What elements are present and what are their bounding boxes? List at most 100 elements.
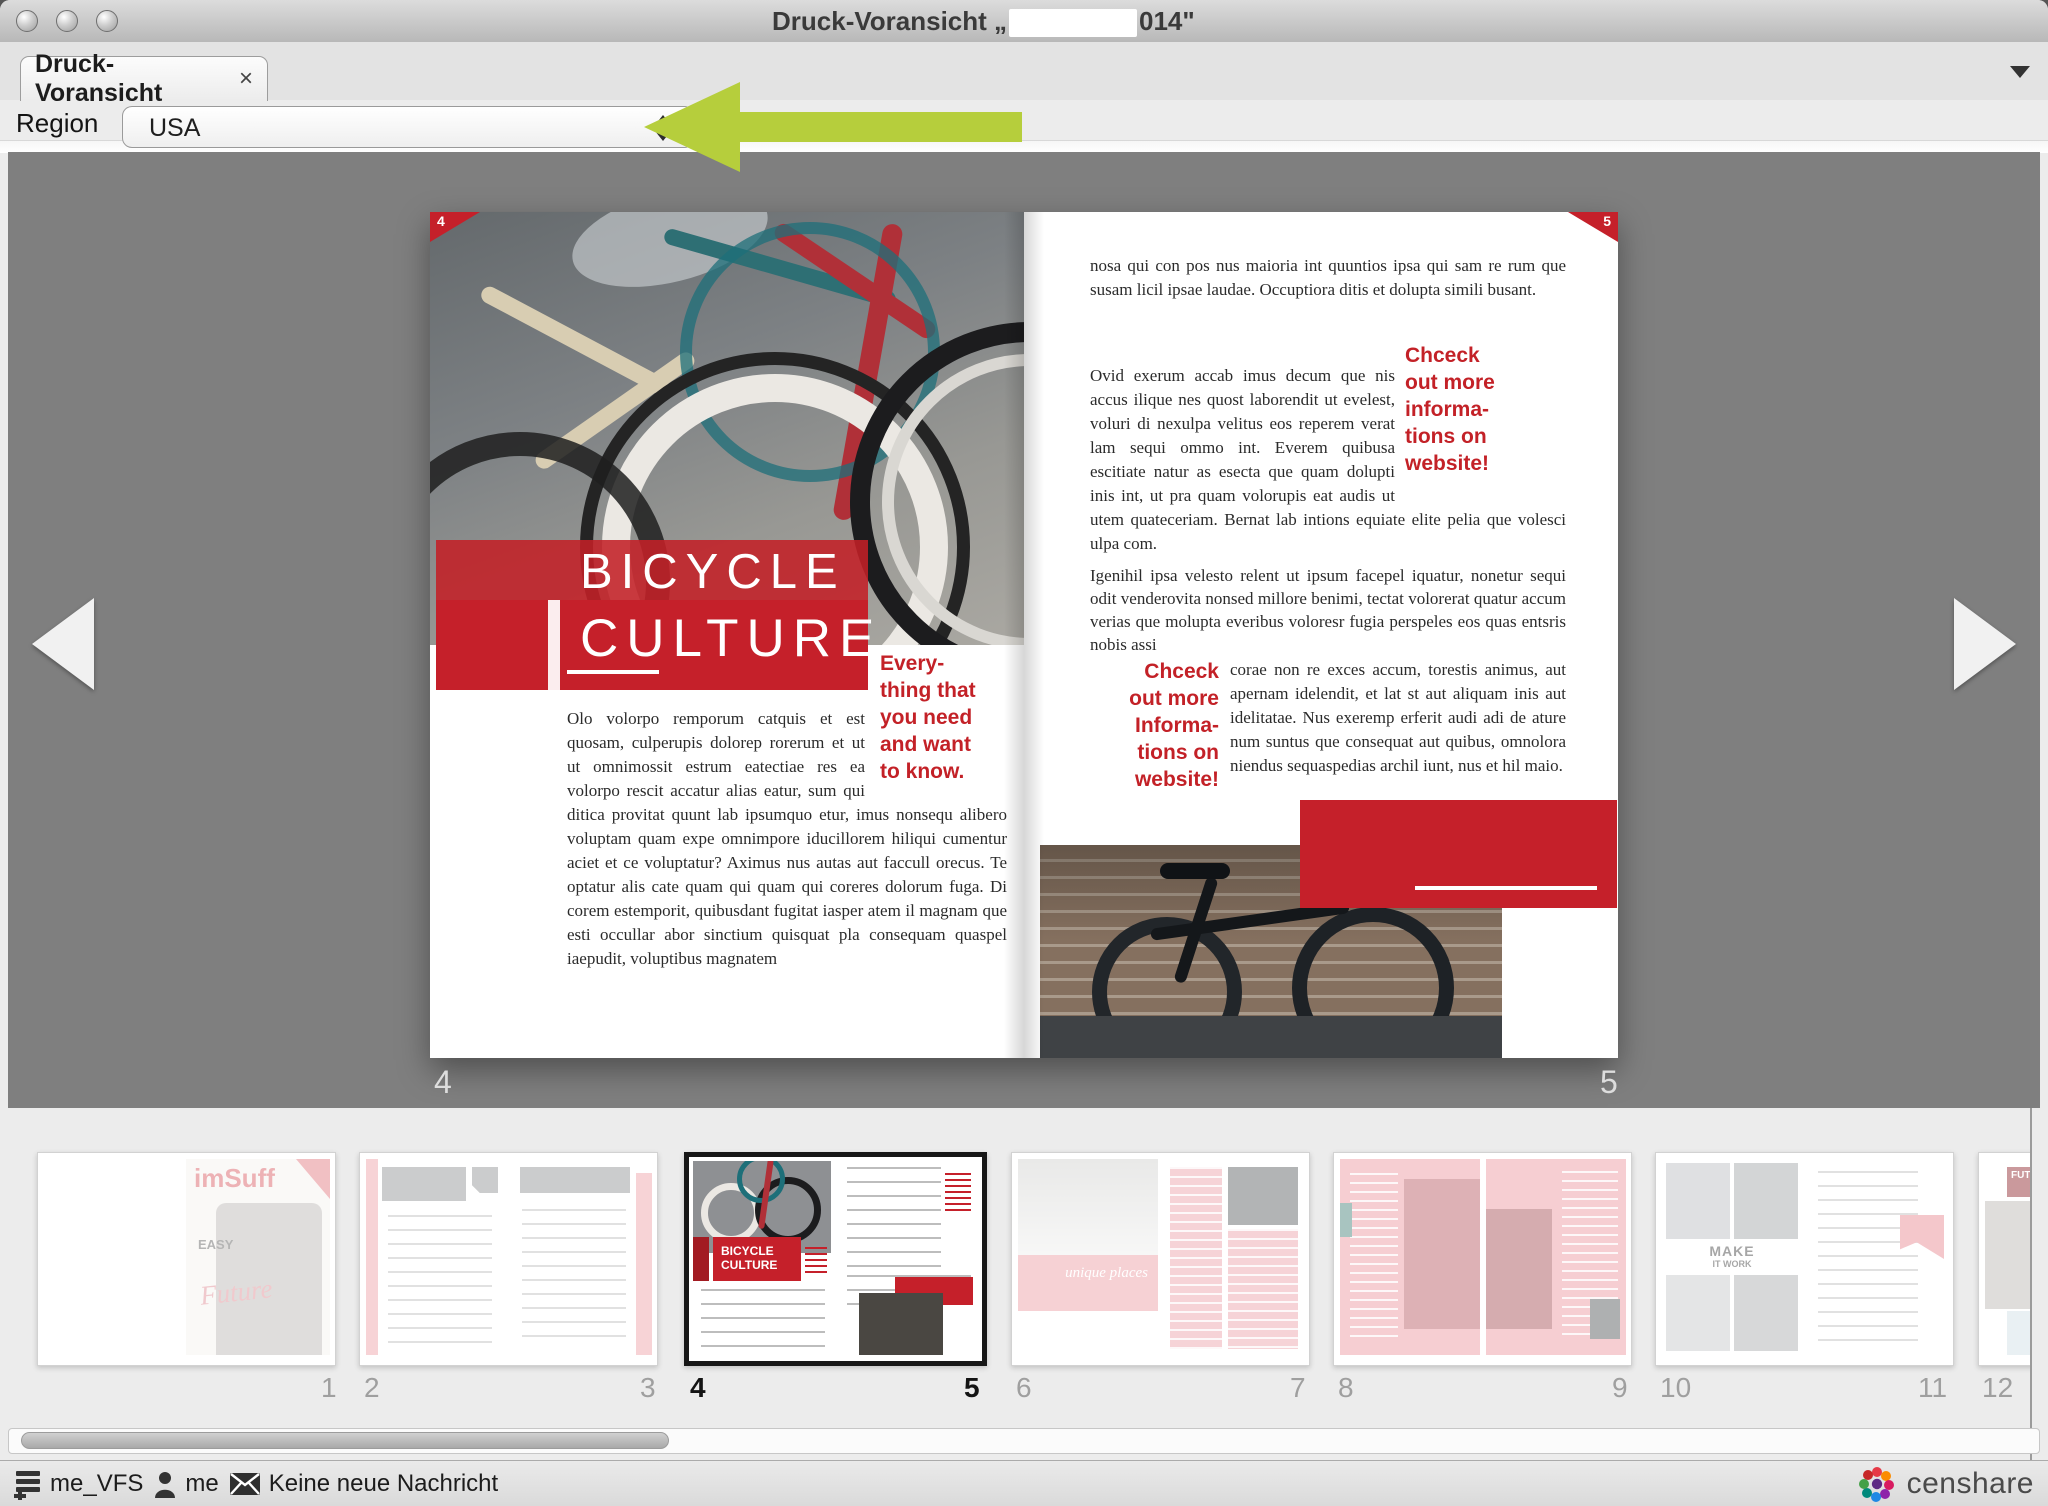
strip-right-edge [2030, 1108, 2032, 1460]
headline-bicycle: BICYCLE [580, 544, 846, 600]
window-title-suffix: 014" [1139, 6, 1195, 36]
left-corner-number: 4 [437, 213, 445, 229]
region-dropdown[interactable]: USA [122, 106, 694, 148]
minimize-window-icon[interactable] [56, 10, 78, 32]
tab-strip: Druck-Voransicht × [0, 42, 2048, 101]
make-caption-1: MAKE [1662, 1243, 1802, 1259]
places-right-page [1164, 1159, 1304, 1355]
redacted-title-box [1009, 9, 1137, 37]
mini-headline-1: BICYCLE [721, 1244, 801, 1258]
red-left-page [1340, 1159, 1480, 1355]
close-window-icon[interactable] [16, 10, 38, 32]
thumbnail-pages-2-3[interactable] [359, 1152, 658, 1366]
thumb-number-3: 3 [640, 1372, 656, 1404]
title-bar: Druck-Voransicht „ 014" [0, 0, 2048, 43]
message-label: Keine neue Nachricht [269, 1470, 498, 1498]
make-right-page [1808, 1159, 1948, 1355]
right-corner-number: 5 [1603, 213, 1611, 229]
make-caption-2: IT WORK [1662, 1259, 1802, 1269]
right-page-corner-tab: 5 [1568, 212, 1618, 242]
green-annotation-arrow-icon [644, 82, 1024, 182]
thumbnail-pages-10-11[interactable]: MAKE IT WORK [1655, 1152, 1954, 1366]
user-label: me [185, 1470, 218, 1498]
thumbnail-scrollbar-track[interactable] [8, 1428, 2040, 1454]
tab-druck-voransicht[interactable]: Druck-Voransicht × [20, 56, 268, 101]
message-status-item[interactable]: Keine neue Nachricht [229, 1470, 498, 1498]
mini-left-page: BICYCLE CULTURE [691, 1159, 833, 1359]
headline-underline [567, 670, 659, 674]
mini-right-page [837, 1159, 980, 1359]
toc-left-page [366, 1159, 506, 1355]
thumb-number-5: 5 [964, 1372, 980, 1404]
thumb-number-4: 4 [690, 1372, 706, 1404]
right-page: nosa qui con pos nus maioria int quuntio… [1024, 212, 1618, 1058]
toc-right-page [512, 1159, 652, 1355]
headline-culture: CULTURE [580, 608, 882, 669]
thumbnail-pages-6-7[interactable]: unique places [1011, 1152, 1310, 1366]
left-page: BICYCLE CULTURE Every- thing that you ne… [430, 212, 1024, 1058]
vfs-status-item[interactable]: me_VFS [14, 1468, 143, 1500]
tab-label: Druck-Voransicht [35, 50, 225, 108]
censhare-logo-icon [1855, 1462, 1899, 1506]
thumbnail-pages-4-5-selected[interactable]: BICYCLE CULTURE [684, 1152, 987, 1366]
thumb-number-8: 8 [1338, 1372, 1354, 1404]
cover-masthead: imSuff [194, 1163, 275, 1194]
user-status-item[interactable]: me [153, 1470, 218, 1498]
mini-headline-2: CULTURE [721, 1258, 801, 1272]
magazine-spread: BICYCLE CULTURE Every- thing that you ne… [430, 212, 1618, 1058]
right-page-paragraph-2: Ovid exerum accab imus decum que nis acc… [1090, 364, 1566, 556]
white-rule [1415, 886, 1597, 890]
spread-gutter-shadow [1004, 212, 1044, 1058]
tab-overflow-chevron-icon[interactable] [2010, 66, 2030, 78]
blue-block-mini [2007, 1311, 2030, 1355]
tab-close-icon[interactable]: × [239, 65, 253, 93]
thumb-number-10: 10 [1660, 1372, 1691, 1404]
zoom-window-icon[interactable] [96, 10, 118, 32]
future-tab: FUT [2007, 1167, 2030, 1197]
vfs-label: me_VFS [50, 1470, 143, 1498]
right-page-paragraph-1: nosa qui con pos nus maioria int quuntio… [1090, 254, 1566, 302]
region-dropdown-value: USA [149, 114, 200, 143]
cover-word: EASY [198, 1237, 233, 1252]
thumbnail-page-1[interactable]: imSuff EASY Future [37, 1152, 336, 1366]
cover-corner-flag [296, 1159, 330, 1199]
thumb-number-9: 9 [1612, 1372, 1628, 1404]
thumbnail-strip: imSuff EASY Future [8, 1108, 2030, 1460]
status-bar: me_VFS me Keine neue Nachricht [0, 1460, 2048, 1506]
places-left-page: unique places [1018, 1159, 1158, 1355]
photo-shape [1160, 863, 1230, 879]
thumbnail-pages-8-9[interactable] [1333, 1152, 1632, 1366]
person-photo-mini [1985, 1201, 2030, 1309]
thumbnail-page-12[interactable]: FUT [1978, 1152, 2030, 1366]
headline-band-gap [548, 600, 560, 690]
region-label: Region [16, 108, 98, 139]
thumb-number-6: 6 [1016, 1372, 1032, 1404]
make-left-page: MAKE IT WORK [1662, 1159, 1802, 1355]
thumb-number-12: 12 [1982, 1372, 2013, 1404]
thumb-number-11: 11 [1918, 1372, 1947, 1404]
previous-spread-arrow[interactable] [32, 598, 94, 690]
places-caption: unique places [1018, 1255, 1158, 1311]
user-icon [153, 1470, 177, 1498]
thumb-number-2: 2 [364, 1372, 380, 1404]
censhare-print-preview-window: Druck-Voransicht „ 014" Druck-Voransicht … [0, 0, 2048, 1506]
thumb-number-1: 1 [321, 1372, 337, 1404]
red-overlay-block [1300, 800, 1617, 908]
right-page-number: 5 [1600, 1064, 1618, 1101]
censhare-brand: censhare [1855, 1462, 2034, 1506]
envelope-icon [229, 1472, 261, 1496]
left-page-number: 4 [434, 1064, 452, 1101]
right-page-paragraph-3b: corae non re exces accum, torestis animu… [1090, 658, 1566, 800]
censhare-brand-text: censhare [1907, 1467, 2034, 1501]
cover-page: imSuff EASY Future [186, 1159, 330, 1355]
preview-area: BICYCLE CULTURE Every- thing that you ne… [8, 152, 2040, 1108]
window-title: Druck-Voransicht „ 014" [772, 6, 1195, 36]
server-stack-icon [14, 1468, 42, 1500]
red-right-page [1486, 1159, 1626, 1355]
thumb-number-7: 7 [1290, 1372, 1306, 1404]
left-page-body-text: Olo volorpo remporum catquis et est quos… [567, 707, 1007, 971]
thumbnail-scrollbar-thumb[interactable] [21, 1432, 669, 1449]
window-title-prefix: Druck-Voransicht „ [772, 6, 1007, 36]
next-spread-arrow[interactable] [1954, 598, 2016, 690]
right-page-paragraph-3a: Igenihil ipsa velesto relent ut ipsum fa… [1090, 564, 1566, 656]
